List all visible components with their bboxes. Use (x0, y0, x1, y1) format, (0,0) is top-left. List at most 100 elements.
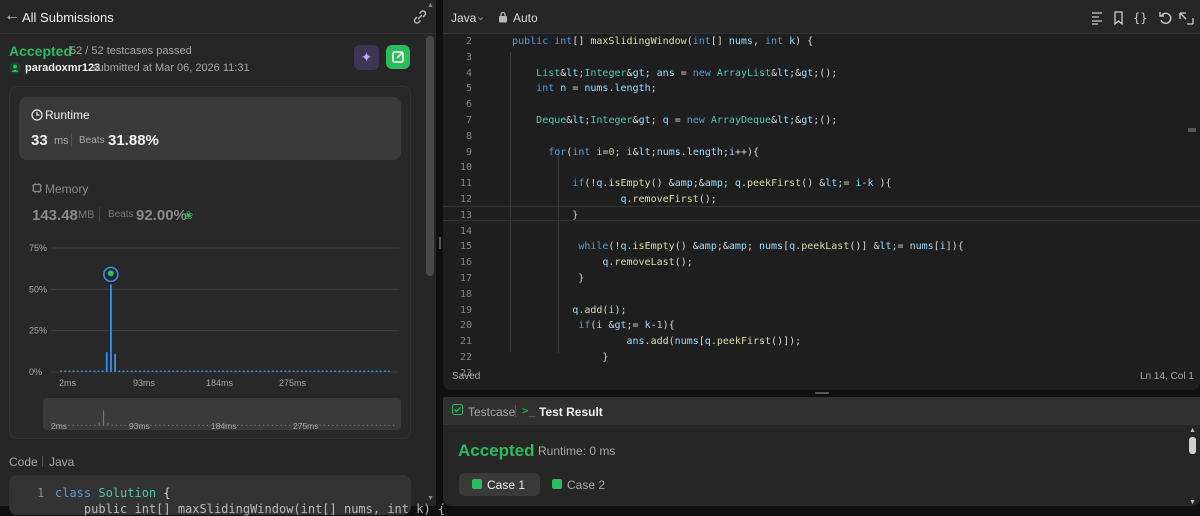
distribution-bar[interactable] (384, 370, 386, 373)
range-slider[interactable]: 2ms 93ms 184ms 275ms (43, 398, 401, 431)
distribution-bar[interactable] (68, 370, 71, 373)
distribution-bar[interactable] (325, 370, 328, 373)
runtime-card[interactable] (19, 97, 401, 160)
distribution-bar[interactable] (188, 370, 191, 373)
distribution-bar[interactable] (72, 370, 75, 373)
distribution-bar[interactable] (110, 284, 112, 372)
distribution-bar[interactable] (280, 370, 283, 373)
tab-test-result[interactable]: Test Result (539, 405, 603, 419)
code-line[interactable]: for(int i=0; i&lt;nums.length;i++){ (488, 147, 759, 158)
distribution-bar[interactable] (296, 370, 299, 373)
resize-grip[interactable] (439, 237, 441, 249)
analyze-button[interactable]: ✦ (354, 45, 379, 70)
code-line[interactable]: q.removeFirst(); (488, 194, 716, 205)
scroll-down-icon[interactable]: ▼ (1189, 499, 1196, 506)
distribution-bar[interactable] (317, 370, 320, 373)
distribution-bar[interactable] (193, 370, 195, 373)
bookmark-icon[interactable] (1114, 11, 1123, 26)
distribution-bar[interactable] (242, 370, 245, 373)
editor-scrollbar[interactable] (1188, 128, 1196, 132)
code-line[interactable]: if(!q.isEmpty() &amp;&amp; q.peekFirst()… (488, 178, 891, 189)
edit-code-button[interactable] (386, 45, 410, 69)
code-line[interactable]: } (488, 352, 608, 363)
result-scrollbar[interactable] (1189, 437, 1196, 454)
distribution-bar[interactable] (292, 370, 295, 373)
distribution-bar[interactable] (267, 370, 270, 373)
distribution-bar[interactable] (350, 370, 353, 373)
distribution-bar[interactable] (118, 370, 121, 373)
distribution-bar[interactable] (97, 370, 100, 373)
distribution-bar[interactable] (276, 370, 278, 373)
distribution-bar[interactable] (226, 370, 229, 373)
code-line[interactable]: if(i &gt;= k-1){ (488, 320, 674, 331)
avatar[interactable] (9, 62, 21, 74)
distribution-bar[interactable] (101, 370, 104, 373)
distribution-bar[interactable] (201, 370, 204, 373)
distribution-bar[interactable] (217, 370, 220, 373)
distribution-bar[interactable] (330, 370, 332, 373)
distribution-bar[interactable] (375, 370, 378, 373)
distribution-bar[interactable] (155, 370, 158, 373)
tab-testcase[interactable]: Testcase (468, 405, 515, 419)
distribution-bar[interactable] (209, 370, 212, 373)
distribution-bar[interactable] (301, 370, 303, 373)
distribution-bar[interactable] (367, 370, 370, 373)
case-2-label[interactable]: Case 2 (567, 478, 605, 492)
distribution-bar[interactable] (230, 370, 233, 373)
distribution-bar[interactable] (105, 352, 108, 372)
distribution-bar[interactable] (234, 370, 237, 373)
distribution-bar[interactable] (371, 370, 374, 373)
memory-label[interactable]: Memory (45, 182, 88, 196)
distribution-bar[interactable] (176, 370, 179, 373)
distribution-bar[interactable] (126, 370, 129, 373)
distribution-bar[interactable] (139, 370, 141, 373)
code-line[interactable]: Deque&lt;Integer&gt; q = new ArrayDeque&… (488, 115, 837, 126)
distribution-bar[interactable] (288, 370, 291, 373)
distribution-bar[interactable] (93, 370, 96, 373)
scroll-up-icon[interactable]: ▲ (1189, 427, 1196, 434)
distribution-bar[interactable] (309, 370, 312, 373)
distribution-bar[interactable] (263, 370, 266, 373)
language-select[interactable]: Java (451, 11, 476, 25)
case-1-label[interactable]: Case 1 (487, 478, 525, 492)
code-line[interactable]: ans.add(nums[q.peekFirst()]); (488, 336, 801, 347)
code-line[interactable]: int n = nums.length; (488, 83, 656, 94)
back-arrow-icon[interactable]: ← (4, 7, 20, 25)
code-line[interactable]: } (488, 210, 578, 221)
distribution-bar[interactable] (80, 370, 83, 373)
format-icon[interactable] (1092, 12, 1102, 25)
distribution-bar[interactable] (205, 370, 208, 373)
distribution-bar[interactable] (363, 370, 366, 373)
distribution-bar[interactable] (321, 370, 324, 373)
distribution-bar[interactable] (159, 370, 162, 373)
code-line[interactable]: List&lt;Integer&gt; ans = new ArrayList&… (488, 68, 837, 79)
distribution-bar[interactable] (168, 370, 170, 373)
all-submissions-link[interactable]: All Submissions (22, 10, 114, 25)
code-line[interactable]: public int[] maxSlidingWindow(int[] nums… (488, 36, 813, 47)
distribution-bar[interactable] (338, 370, 341, 373)
distribution-bar[interactable] (151, 370, 154, 373)
distribution-bar[interactable] (172, 370, 175, 373)
username[interactable]: paradoxmr123 (25, 62, 100, 74)
distribution-bar[interactable] (130, 370, 133, 373)
code-line[interactable]: while(!q.isEmpty() &amp;&amp; nums[q.pee… (488, 241, 963, 252)
left-scrollbar[interactable] (426, 36, 434, 276)
distribution-bar[interactable] (255, 370, 258, 373)
code-line[interactable]: q.add(i); (488, 305, 626, 316)
distribution-bar[interactable] (76, 370, 79, 373)
distribution-bar[interactable] (247, 370, 249, 373)
distribution-bar[interactable] (346, 370, 349, 373)
distribution-bar[interactable] (354, 370, 357, 373)
distribution-bar[interactable] (134, 370, 137, 373)
scroll-down-icon[interactable]: ▼ (427, 495, 434, 502)
code-line[interactable]: q.removeLast(); (488, 257, 692, 268)
distribution-bar[interactable] (89, 370, 92, 373)
distribution-bar[interactable] (284, 370, 287, 373)
distribution-bar[interactable] (379, 370, 382, 373)
distribution-bar[interactable] (213, 370, 216, 373)
distribution-bar[interactable] (251, 370, 253, 373)
distribution-bar[interactable] (143, 370, 146, 373)
distribution-bar[interactable] (114, 353, 116, 372)
distribution-bar[interactable] (64, 370, 67, 373)
distribution-bar[interactable] (305, 370, 307, 373)
